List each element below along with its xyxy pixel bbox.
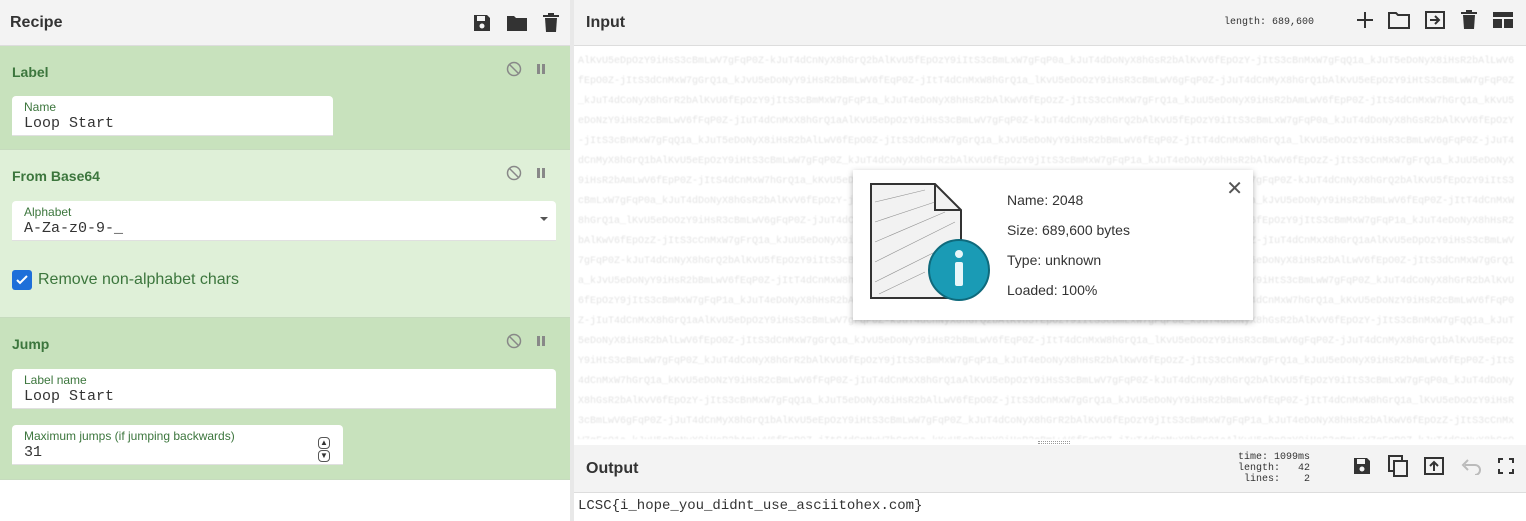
disable-icon[interactable]	[506, 333, 522, 349]
copy-icon[interactable]	[1388, 455, 1408, 482]
close-icon[interactable]: ✕	[1226, 176, 1243, 201]
operation-controls	[506, 61, 548, 77]
operation-from-base64: From Base64 Alphabet A-Za-z0-9-_ Remove …	[0, 150, 570, 318]
checkbox-label[interactable]: Remove non-alphabet chars	[38, 271, 239, 289]
file-details: Name: 2048 Size: 689,600 bytes Type: unk…	[1007, 192, 1130, 312]
clear-input-icon[interactable]	[1460, 10, 1478, 35]
operation-title: From Base64	[12, 168, 100, 184]
breakpoint-icon[interactable]	[534, 62, 548, 76]
recipe-header: Recipe	[0, 0, 570, 46]
increment-icon[interactable]: ▲	[318, 437, 330, 449]
maximize-icon[interactable]	[1498, 458, 1514, 479]
label-name-label: Label name	[24, 373, 87, 387]
file-loaded: Loaded: 100%	[1007, 282, 1098, 298]
output-pane: Output time: 1099ms length: 42 lines: 2 …	[574, 445, 1526, 521]
save-output-icon[interactable]	[1352, 456, 1372, 481]
layout-icon[interactable]	[1492, 11, 1514, 34]
file-type: Type: unknown	[1007, 252, 1102, 268]
output-stats: time: 1099ms length: 42 lines: 2	[1237, 452, 1310, 485]
cyberchef-app: Recipe Label Name Loop Start From Base64…	[0, 0, 1526, 521]
input-toolbar: length: 689,600	[1224, 10, 1514, 35]
pane-resize-handle[interactable]	[1038, 441, 1070, 444]
recipe-toolbar	[472, 12, 560, 33]
remove-non-alphabet-option[interactable]: Remove non-alphabet chars	[12, 270, 239, 290]
output-toolbar: time: 1099ms length: 42 lines: 2	[1238, 452, 1514, 485]
operation-controls	[506, 165, 548, 181]
file-info-icon	[865, 182, 991, 313]
name-label: Name	[24, 100, 57, 114]
trash-icon[interactable]	[542, 12, 560, 33]
operation-label: Label Name Loop Start	[0, 46, 570, 150]
folder-icon[interactable]	[506, 13, 528, 33]
open-folder-icon[interactable]	[1388, 10, 1410, 35]
chevron-down-icon[interactable]	[540, 217, 548, 221]
add-tab-icon[interactable]	[1356, 11, 1374, 34]
disable-icon[interactable]	[506, 61, 522, 77]
file-name: Name: 2048	[1007, 192, 1084, 208]
checkbox-checked[interactable]	[12, 270, 32, 290]
alphabet-label: Alphabet	[24, 205, 72, 219]
breakpoint-icon[interactable]	[534, 166, 548, 180]
input-pane: Input length: 689,600 AlKvU5eDpOzY9iHsS3…	[574, 0, 1526, 444]
save-icon[interactable]	[472, 13, 492, 33]
replace-input-icon[interactable]	[1424, 456, 1444, 481]
name-value[interactable]: Loop Start	[24, 115, 114, 132]
output-header: Output time: 1099ms length: 42 lines: 2	[574, 445, 1526, 493]
name-field[interactable]: Name Loop Start	[12, 96, 333, 136]
output-text[interactable]: LCSC{i_hope_you_didnt_use_asciitohex.com…	[574, 493, 1526, 519]
breakpoint-icon[interactable]	[534, 334, 548, 348]
recipe-title: Recipe	[10, 13, 63, 31]
label-name-field[interactable]: Label name Loop Start	[12, 369, 556, 409]
open-file-icon[interactable]	[1424, 10, 1446, 35]
file-details-card: ✕ Name: 2048 Size: 689,600 bytes Type: u…	[853, 170, 1253, 320]
operation-title: Label	[12, 64, 49, 80]
alphabet-value[interactable]: A-Za-z0-9-_	[24, 220, 123, 237]
input-title: Input	[586, 13, 626, 31]
decrement-icon[interactable]: ▼	[318, 450, 330, 462]
alphabet-field[interactable]: Alphabet A-Za-z0-9-_	[12, 201, 556, 241]
label-name-value[interactable]: Loop Start	[24, 388, 114, 405]
recipe-pane: Recipe Label Name Loop Start From Base64…	[0, 0, 570, 521]
output-title: Output	[586, 459, 639, 477]
max-jumps-label: Maximum jumps (if jumping backwards)	[24, 429, 235, 443]
max-jumps-value[interactable]: 31	[24, 444, 42, 461]
input-length: length: 689,600	[1223, 17, 1314, 28]
operation-controls	[506, 333, 548, 349]
disable-icon[interactable]	[506, 165, 522, 181]
operation-title: Jump	[12, 336, 50, 352]
number-stepper[interactable]: ▲ ▼	[318, 437, 331, 462]
file-size: Size: 689,600 bytes	[1007, 222, 1130, 238]
operation-jump: Jump Label name Loop Start Maximum jumps…	[0, 318, 570, 480]
input-header: Input length: 689,600	[574, 0, 1526, 46]
max-jumps-field[interactable]: Maximum jumps (if jumping backwards) 31 …	[12, 425, 343, 465]
undo-icon[interactable]	[1460, 457, 1482, 480]
